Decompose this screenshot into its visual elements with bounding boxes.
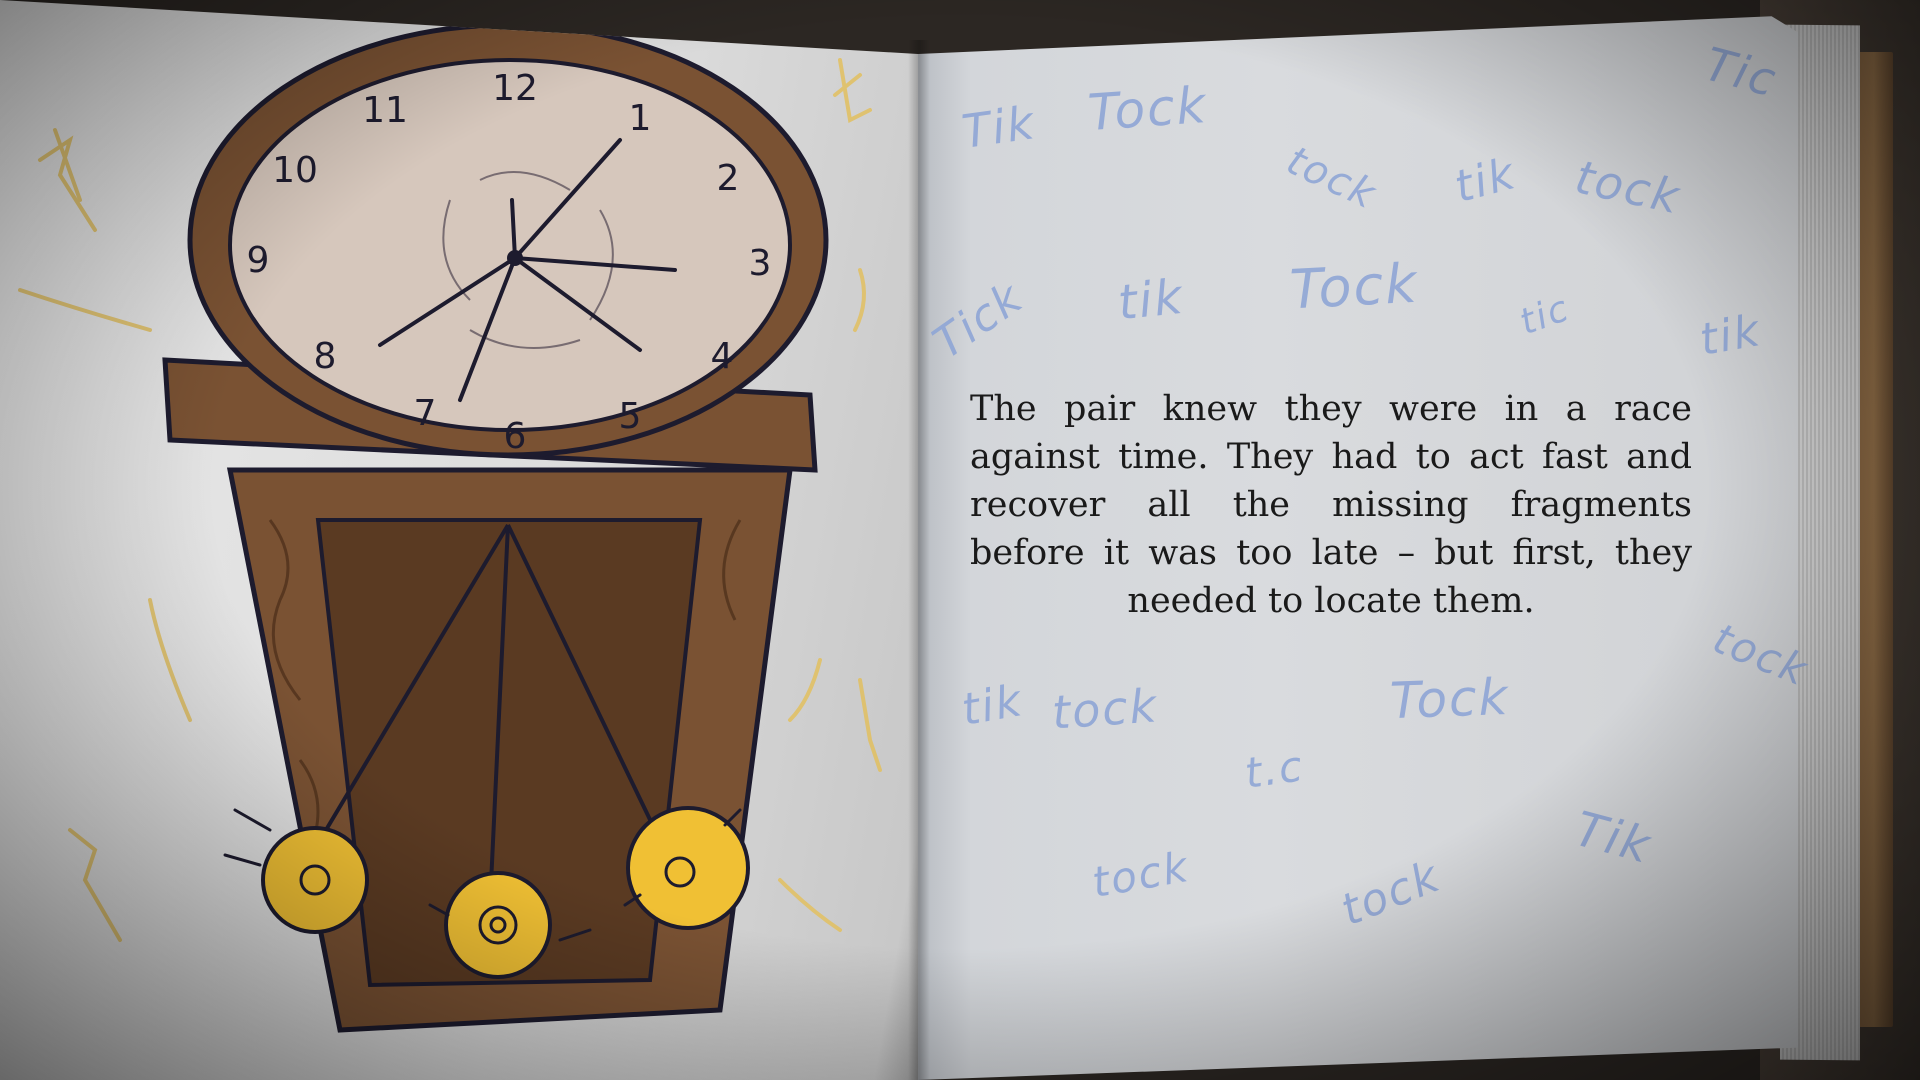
- doodle-text: Tock: [1086, 75, 1210, 143]
- doodle-text: t.c: [1241, 741, 1308, 798]
- clock-numeral-6: 6: [504, 416, 527, 457]
- clock-numeral-12: 12: [492, 68, 538, 109]
- clock-numeral-1: 1: [629, 98, 652, 139]
- clock-numeral-2: 2: [717, 158, 740, 199]
- clock-numeral-4: 4: [711, 336, 734, 377]
- clock-numeral-8: 8: [314, 336, 337, 377]
- doodle-text: Tock: [1389, 667, 1511, 731]
- clock-numeral-10: 10: [272, 150, 318, 191]
- left-page: 12 1 2 3 4 5 6 7 8 9 10 11: [0, 0, 918, 1080]
- clock-numeral-3: 3: [749, 243, 772, 284]
- doodle-text: Tik: [958, 95, 1039, 159]
- book-gutter: [908, 40, 930, 1080]
- pendulum-weight-left: [261, 826, 369, 934]
- pendulum-weight-center: [444, 871, 552, 979]
- doodle-text: tik: [1696, 305, 1765, 366]
- doodle-text: tik: [958, 675, 1027, 736]
- clock-numeral-7: 7: [414, 393, 437, 434]
- clock-numeral-11: 11: [362, 90, 408, 131]
- doodle-text: Tock: [1288, 251, 1420, 322]
- pendulum-weight-right: [626, 806, 750, 930]
- clock-numeral-5: 5: [619, 396, 642, 437]
- doodle-text: tock: [1050, 678, 1160, 740]
- story-text: The pair knew they were in a race agains…: [970, 389, 1692, 621]
- grandfather-clock-illustration: 12 1 2 3 4 5 6 7 8 9 10 11: [18, 22, 882, 1033]
- clock-numeral-9: 9: [247, 240, 270, 281]
- doodle-text: tik: [1115, 268, 1187, 332]
